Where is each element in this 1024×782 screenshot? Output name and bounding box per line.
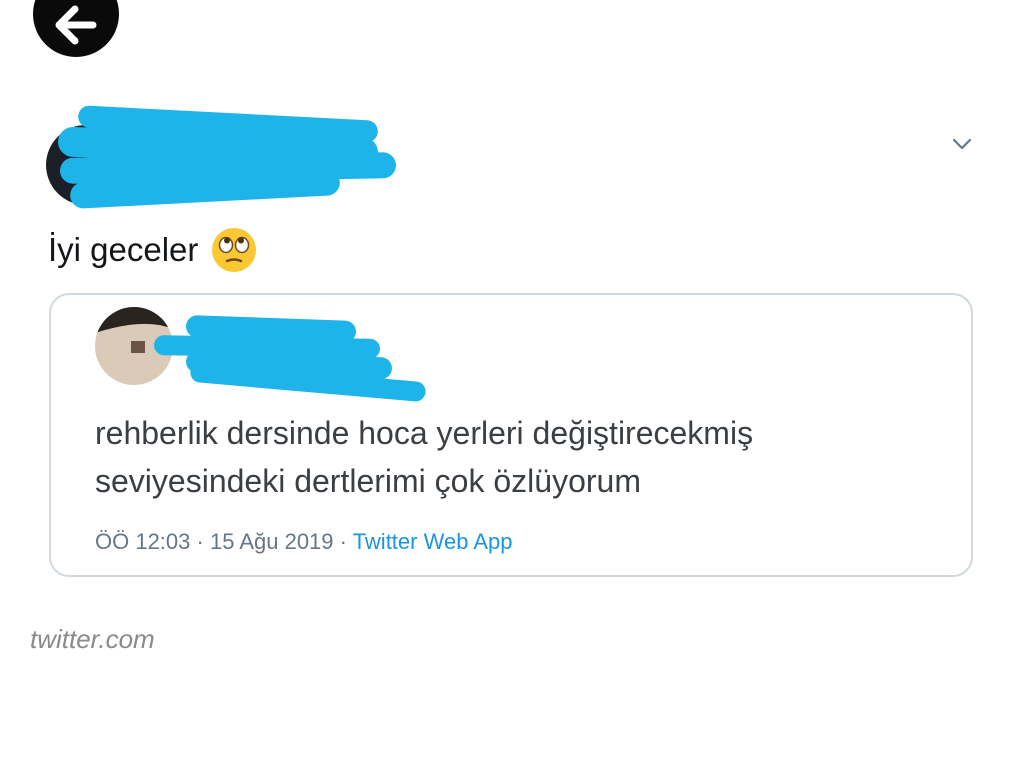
quoted-tweet-text-line: seviyesindeki dertlerimi çok özlüyorum [95,463,641,499]
rolling-eyes-emoji-icon [212,228,257,272]
arrow-left-icon [55,5,97,45]
meta-separator: · [333,529,353,554]
tweet-text: İyi geceler [48,231,199,268]
back-button[interactable] [33,0,119,57]
quoted-tweet-text-line: rehberlik dersinde hoca yerleri değiştir… [95,415,754,451]
meta-separator: · [190,529,210,554]
chevron-down-icon[interactable] [950,134,974,154]
quoted-tweet-text: rehberlik dersinde hoca yerleri değiştir… [95,409,935,505]
tweet-date[interactable]: 15 Ağu 2019 [210,529,334,554]
quoted-tweet-meta: ÖÖ 12:03 · 15 Ağu 2019 · Twitter Web App [95,529,512,555]
site-caption: twitter.com [30,624,155,654]
tweet-time: ÖÖ 12:03 [95,529,191,554]
tweet-text-row: İyi geceler [48,226,258,274]
tweet-source-link[interactable]: Twitter Web App [353,529,513,554]
